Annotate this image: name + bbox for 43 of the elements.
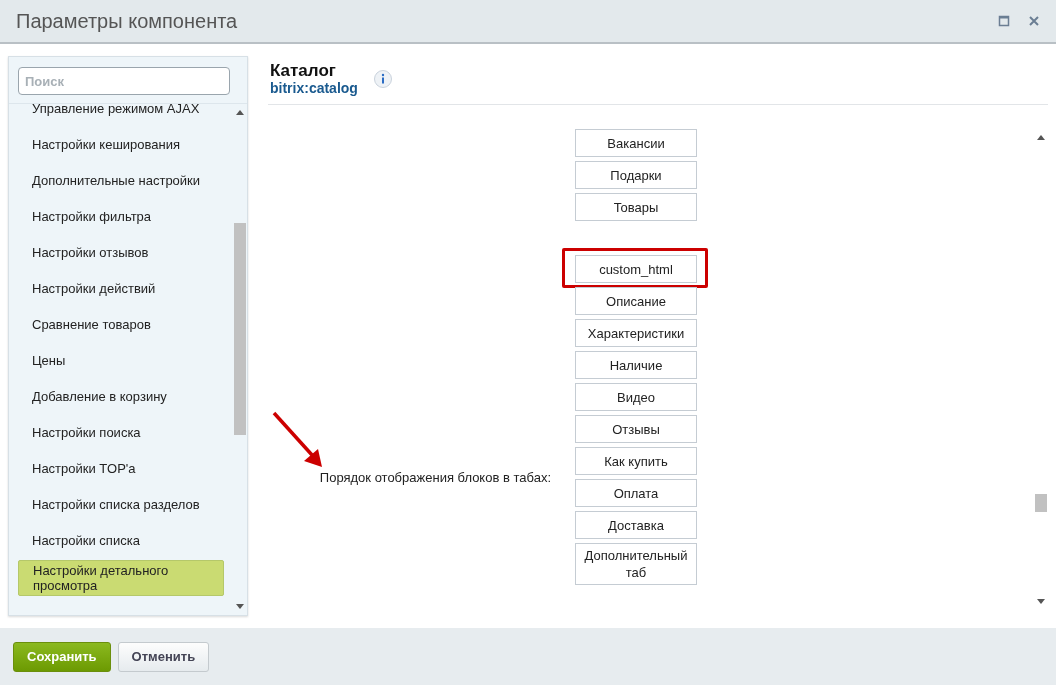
block-item[interactable]: Как купить [575,447,697,475]
sidebar-item[interactable]: Настройки списка [18,522,224,558]
sidebar-item[interactable]: Настройки отзывов [18,234,224,270]
close-icon[interactable] [1028,15,1040,27]
scrollbar-thumb[interactable] [234,223,246,435]
sidebar-item[interactable]: Настройки поиска [18,414,224,450]
search-field[interactable]: Поиск [18,67,230,95]
scroll-up-icon[interactable] [1037,135,1045,140]
component-name: Каталог [270,62,337,80]
sidebar-item[interactable]: Настройки фильтра [18,198,224,234]
scrollbar-thumb[interactable] [1035,494,1047,512]
sidebar-item[interactable]: Дополнительные настройки [18,162,224,198]
scroll-up-icon[interactable] [236,110,244,115]
sidebar-item[interactable]: Настройки кеширования [18,126,224,162]
block-item[interactable]: Отзывы [575,415,697,443]
block-item[interactable]: Наличие [575,351,697,379]
cancel-button[interactable]: Отменить [117,641,210,672]
sidebar-item[interactable]: Настройки TOP'a [18,450,224,486]
block-item[interactable]: custom_html [575,255,697,283]
sidebar-item[interactable]: Цены [18,342,224,378]
block-item[interactable]: Оплата [575,479,697,507]
block-item[interactable]: Видео [575,383,697,411]
sidebar-item[interactable]: Настройки детального просмотра [18,560,224,596]
block-item[interactable]: Описание [575,287,697,315]
block-item[interactable]: Доставка [575,511,697,539]
scroll-down-icon[interactable] [1037,599,1045,604]
sidebar-item[interactable]: Добавление в корзину [18,378,224,414]
maximize-icon[interactable] [998,15,1010,27]
sidebar-item[interactable]: Настройки списка разделов [18,486,224,522]
sidebar-item[interactable]: Настройки действий [18,270,224,306]
block-item[interactable]: Вакансии [575,129,697,157]
component-code: bitrix:catalog [270,80,358,96]
block-item[interactable]: Характеристики [575,319,697,347]
info-icon[interactable] [373,70,392,88]
annotation-arrow [272,411,324,469]
scroll-down-icon[interactable] [236,604,244,609]
sidebar-item[interactable]: Управление режимом AJAX [18,104,224,126]
block-item[interactable]: Подарки [575,161,697,189]
setting-label: Порядок отображения блоков в табах: [319,470,551,485]
window-title: Параметры компонента [16,9,239,33]
sidebar-item[interactable]: Сравнение товаров [18,306,224,342]
block-item[interactable]: Дополнительный таб [575,543,697,585]
block-item[interactable]: Товары [575,193,697,221]
